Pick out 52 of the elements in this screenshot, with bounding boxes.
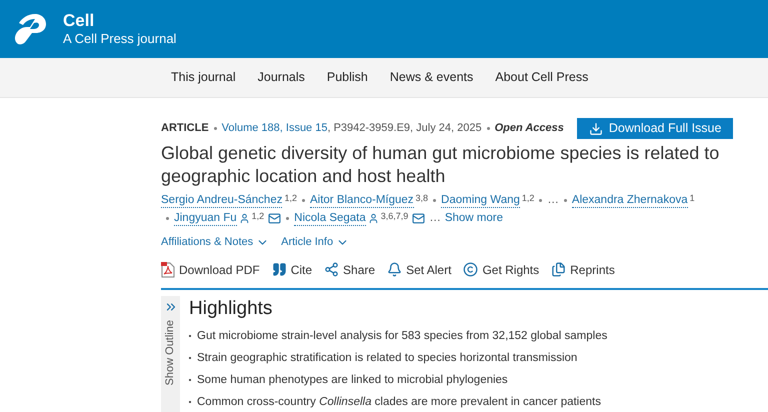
toolbar-button[interactable]: Reprints bbox=[551, 260, 615, 278]
toolbar-button[interactable]: Download PDF bbox=[161, 260, 260, 278]
nav-link[interactable]: Publish bbox=[326, 68, 368, 87]
highlight-item: Some human phenotypes are linked to microbial phylogenies bbox=[197, 372, 508, 388]
toolbar-button[interactable]: Share bbox=[324, 260, 376, 278]
show-more-link[interactable]: Show more bbox=[444, 209, 503, 227]
copyright-icon bbox=[463, 262, 478, 277]
open-access-label: Open Access bbox=[494, 121, 564, 136]
author-link[interactable]: Aitor Blanco-Míguez bbox=[310, 192, 414, 208]
highlight-item: Gut microbiome strain-level analysis for 583 species from 32,152 global samples bbox=[197, 328, 608, 344]
author-link[interactable]: Daoming Wang bbox=[441, 192, 520, 208]
author-link[interactable]: Alexandra Zhernakova bbox=[572, 192, 688, 208]
outline-toggle[interactable]: Show Outline bbox=[161, 296, 180, 412]
pdf-icon bbox=[161, 262, 175, 278]
volume-link[interactable]: Volume 188, Issue 15 bbox=[222, 120, 328, 137]
affiliation-numbers: 3,6,7,9 bbox=[380, 210, 408, 220]
toolbar-button[interactable]: Cite bbox=[272, 260, 312, 278]
download-icon bbox=[588, 122, 603, 136]
authors-ellipsis: … bbox=[547, 193, 559, 208]
nav-link[interactable]: This journal bbox=[171, 68, 236, 87]
highlights-heading: Highlights bbox=[189, 296, 274, 320]
toolbar-button[interactable]: Set Alert bbox=[387, 260, 452, 278]
share-icon bbox=[324, 262, 340, 277]
nav-link[interactable]: About Cell Press bbox=[495, 68, 588, 87]
author-link[interactable]: Nicola Segata bbox=[294, 210, 366, 226]
author-link[interactable]: Jingyuan Fu bbox=[174, 210, 237, 226]
info-toggle[interactable]: Affiliations & Notes bbox=[161, 234, 270, 250]
quote-icon bbox=[272, 262, 287, 277]
authors-ellipsis: … bbox=[429, 211, 441, 226]
toolbar-button[interactable]: Get Rights bbox=[463, 260, 540, 278]
info-toggle[interactable]: Article Info bbox=[281, 234, 350, 250]
bell-icon bbox=[387, 262, 402, 277]
nav-link[interactable]: News & events bbox=[390, 68, 474, 87]
affiliation-numbers: 1 bbox=[690, 192, 695, 202]
affiliation-numbers: 1,2 bbox=[284, 192, 297, 202]
nav-link[interactable]: Journals bbox=[258, 68, 305, 87]
email-icon[interactable] bbox=[412, 212, 426, 224]
brand-tagline: A Cell Press journal bbox=[63, 31, 176, 47]
download-issue-button[interactable]: Download Full Issue bbox=[576, 118, 734, 139]
article-pages-date: , P3942-3959.E9, July 24, 2025 bbox=[327, 121, 482, 136]
article-title: Global genetic diversity of human gut microbiome species is related to geographic location and host health bbox=[161, 142, 720, 188]
highlight-item: Common cross-country Collinsella clades are more prevalent in cancer patients bbox=[197, 394, 601, 410]
affiliation-numbers: 1,2 bbox=[252, 210, 264, 220]
logo-icon bbox=[13, 11, 49, 47]
article-type: ARTICLE bbox=[161, 121, 209, 136]
brand-name[interactable]: Cell bbox=[63, 11, 176, 31]
affiliation-numbers: 3,8 bbox=[416, 192, 428, 202]
affiliation-numbers: 1,2 bbox=[522, 192, 534, 202]
documents-icon bbox=[551, 262, 566, 277]
email-icon[interactable] bbox=[268, 212, 282, 224]
highlight-item: Strain geographic stratification is related to species horizontal transmission bbox=[197, 350, 578, 366]
author-link[interactable]: Sergio Andreu-Sánchez bbox=[161, 192, 282, 208]
